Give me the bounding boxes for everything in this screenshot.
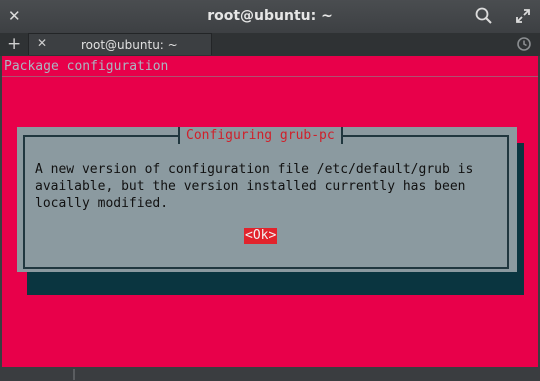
search-icon[interactable] bbox=[474, 6, 494, 26]
terminal-area[interactable]: Package configuration Configuring grub-p… bbox=[2, 56, 538, 367]
title-bar: ✕ root@ubuntu: ~ bbox=[0, 0, 540, 33]
dialog-message-line: available, but the version installed cur… bbox=[35, 179, 466, 194]
dialog-message: A new version of configuration file /etc… bbox=[35, 161, 505, 212]
tab-close-button[interactable]: ✕ bbox=[37, 36, 47, 50]
dialog-message-line: locally modified. bbox=[35, 196, 169, 211]
dialog-message-line: A new version of configuration file /etc… bbox=[35, 162, 474, 177]
tab-root-ubuntu[interactable]: ✕ root@ubuntu: ~ bbox=[28, 33, 212, 55]
window-title: root@ubuntu: ~ bbox=[207, 8, 333, 24]
heading-divider bbox=[2, 76, 538, 77]
dialog-title: Configuring grub-pc bbox=[178, 127, 343, 144]
status-strip bbox=[0, 367, 540, 381]
new-tab-button[interactable]: + bbox=[7, 34, 21, 54]
tab-bar: + ✕ root@ubuntu: ~ bbox=[0, 33, 540, 56]
tab-label: root@ubuntu: ~ bbox=[81, 38, 178, 52]
terminal-window: ✕ root@ubuntu: ~ + ✕ root@ubuntu: ~ Pack… bbox=[0, 0, 540, 381]
package-configuration-heading: Package configuration bbox=[4, 59, 169, 74]
history-icon[interactable] bbox=[516, 36, 532, 52]
ok-button[interactable]: <Ok> bbox=[244, 228, 278, 244]
maximize-icon[interactable] bbox=[514, 7, 532, 25]
status-divider bbox=[73, 369, 75, 380]
grub-config-dialog: Configuring grub-pc A new version of con… bbox=[17, 127, 517, 272]
